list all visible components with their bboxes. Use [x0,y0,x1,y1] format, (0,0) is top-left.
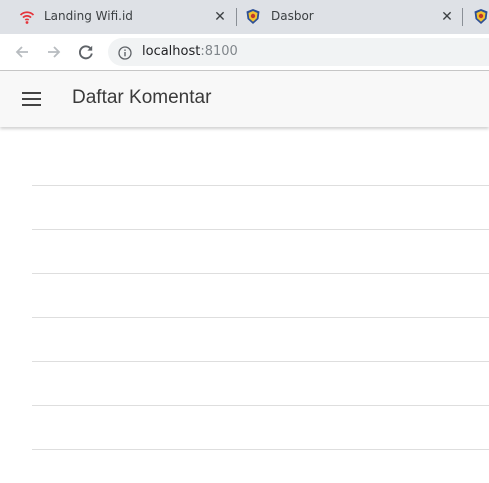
tab-title: Dasbor [271,9,314,23]
list-item[interactable] [32,273,489,274]
url-text[interactable]: localhost:8100 [142,44,238,59]
hamburger-menu-icon[interactable] [20,89,44,109]
url-host: localhost [142,44,201,59]
close-icon[interactable]: ✕ [439,9,455,25]
url-port: :8100 [200,44,238,59]
wifi-icon [19,9,35,25]
info-icon[interactable] [118,45,132,60]
tab-landing-wifi[interactable]: Landing Wifi.id ✕ [0,0,236,34]
back-arrow-icon[interactable] [10,40,34,64]
list-item[interactable] [32,229,489,230]
comment-list [0,128,489,483]
list-item[interactable] [32,449,489,450]
page-title: Daftar Komentar [72,87,212,108]
address-bar[interactable]: localhost:8100 [108,38,489,66]
list-item[interactable] [32,317,489,318]
reload-icon[interactable] [74,40,98,64]
browser-toolbar: localhost:8100 [0,34,489,70]
app-header: Daftar Komentar [0,71,489,127]
tab-dasbor[interactable]: Dasbor ✕ [237,0,462,34]
tab-title: Landing Wifi.id [44,9,133,23]
list-item[interactable] [32,405,489,406]
list-item[interactable] [32,361,489,362]
emblem-icon [473,8,489,25]
forward-arrow-icon[interactable] [42,40,66,64]
tab-partial[interactable] [463,0,489,34]
close-icon[interactable]: ✕ [212,9,228,25]
list-item[interactable] [32,185,489,186]
emblem-icon [245,8,261,25]
tab-strip: Landing Wifi.id ✕ Dasbor ✕ [0,0,489,34]
